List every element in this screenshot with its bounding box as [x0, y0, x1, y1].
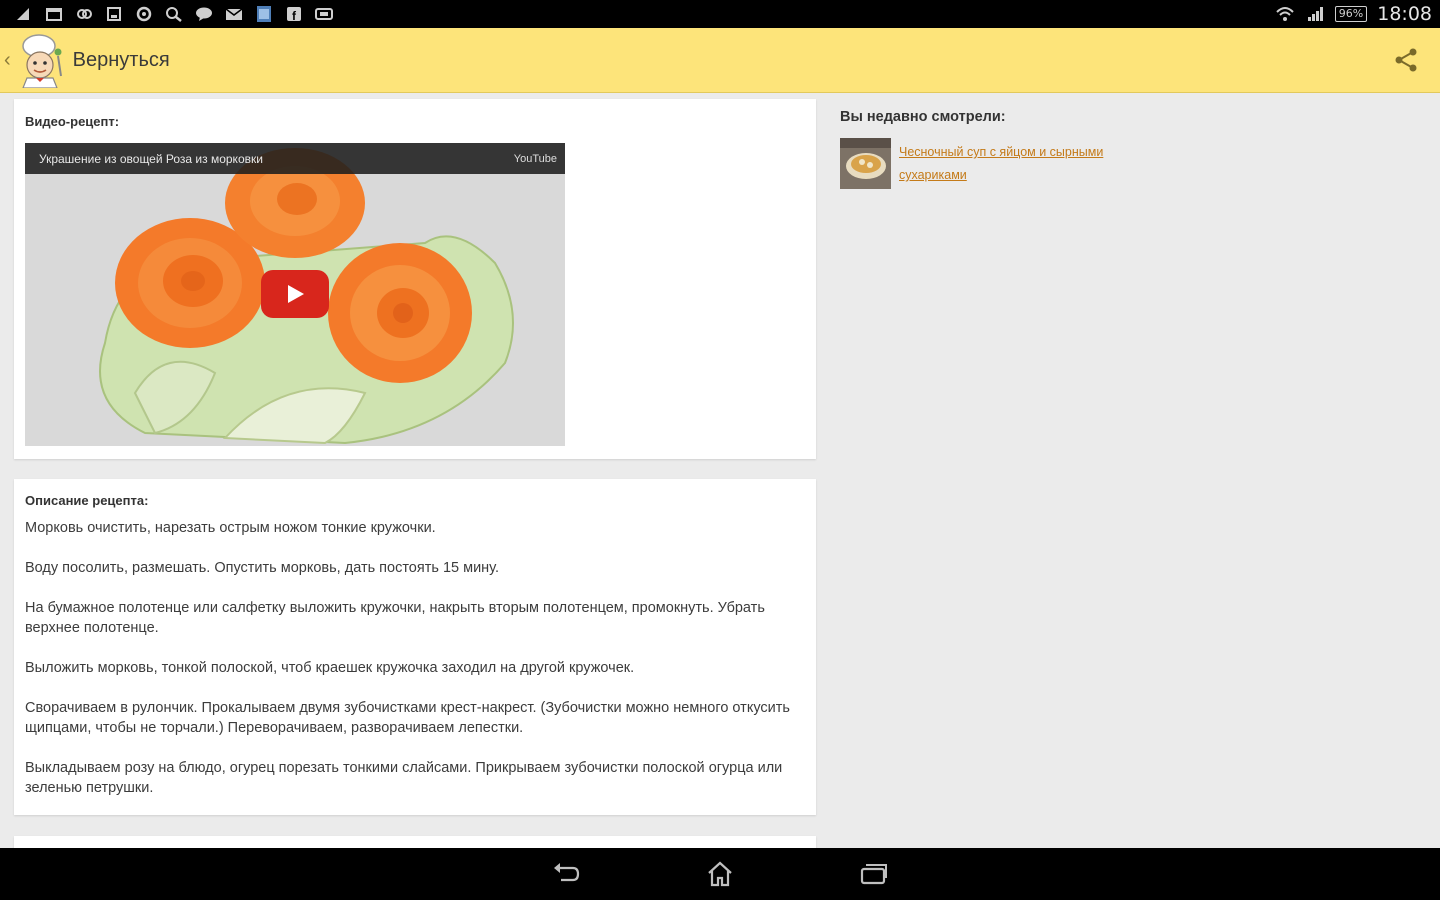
facebook-icon: f [284, 5, 304, 23]
navigation-bar [0, 848, 1440, 900]
description-paragraph: Сворачиваем в рулончик. Прокалываем двум… [25, 700, 790, 736]
content-area: Видео-рецепт: Украшение из овощей Роза и… [0, 93, 1440, 848]
status-bar-system: 96% 18:08 [1275, 3, 1432, 25]
next-card [14, 836, 816, 848]
settings-icon [134, 5, 154, 23]
recent-item[interactable]: Чесночный суп с яйцом и сырными сухарика… [840, 138, 1420, 189]
home-icon [708, 861, 732, 887]
description-title: Описание рецепта: [25, 493, 149, 508]
description-paragraph: Выложить морковь, тонкой полоской, чтоб … [25, 660, 635, 676]
wifi-icon [1275, 5, 1295, 23]
description-paragraph: Морковь очистить, нарезать острым ножом … [25, 520, 436, 536]
nav-back-button[interactable] [544, 854, 588, 894]
recently-viewed: Вы недавно смотрели: Чесночный суп с яйц… [840, 109, 1420, 189]
notification-icon [14, 5, 34, 23]
mail-icon [224, 5, 244, 23]
description-paragraph: Воду посолить, размешать. Опустить морко… [25, 560, 500, 576]
back-button[interactable]: ‹ Вернуться [0, 28, 170, 92]
recently-viewed-title: Вы недавно смотрели: [840, 109, 1006, 125]
youtube-brand: YouTube [513, 152, 557, 165]
screen-icon [314, 5, 334, 23]
calendar-icon [44, 5, 64, 23]
sync-icon [74, 5, 94, 23]
recent-item-link[interactable]: Чесночный суп с яйцом и сырными сухарика… [899, 141, 1114, 187]
soup-image [840, 138, 891, 189]
signal-icon [1305, 5, 1325, 23]
recent-apps-icon [860, 864, 887, 885]
status-bar-notifications: f [14, 5, 334, 23]
video-title: Украшение из овощей Роза из морковки [39, 151, 263, 166]
app-bar: ‹ Вернуться [0, 28, 1440, 93]
description-paragraph: Выкладываем розу на блюдо, огурец пореза… [25, 760, 783, 796]
back-arrow-icon [554, 863, 580, 882]
play-button[interactable] [261, 270, 329, 318]
video-card-title: Видео-рецепт: [25, 114, 120, 129]
status-bar: f 96% 18:08 [0, 0, 1440, 28]
description-paragraph: На бумажное полотенце или салфетку вылож… [25, 600, 765, 636]
play-icon [288, 285, 304, 303]
recipe-description-card: Описание рецепта: Морковь очистить, наре… [14, 479, 816, 815]
nav-home-button[interactable] [698, 854, 742, 894]
chef-logo-icon [21, 34, 62, 88]
video-player[interactable]: Украшение из овощей Роза из морковки You… [25, 143, 565, 446]
battery-indicator: 96% [1334, 6, 1368, 22]
video-recipe-card: Видео-рецепт: Украшение из овощей Роза и… [14, 99, 816, 459]
download-icon [104, 5, 124, 23]
share-icon [1395, 48, 1417, 72]
share-button[interactable] [1376, 30, 1436, 90]
chat-icon [194, 5, 214, 23]
back-label: Вернуться [72, 48, 170, 71]
status-time: 18:08 [1377, 3, 1432, 25]
chevron-left-icon: ‹ [4, 48, 11, 71]
recent-item-thumbnail[interactable] [840, 138, 891, 189]
nav-recents-button[interactable] [852, 854, 896, 894]
search-icon [164, 5, 184, 23]
image-icon [254, 5, 274, 23]
video-title-bar: Украшение из овощей Роза из морковки You… [25, 143, 565, 174]
